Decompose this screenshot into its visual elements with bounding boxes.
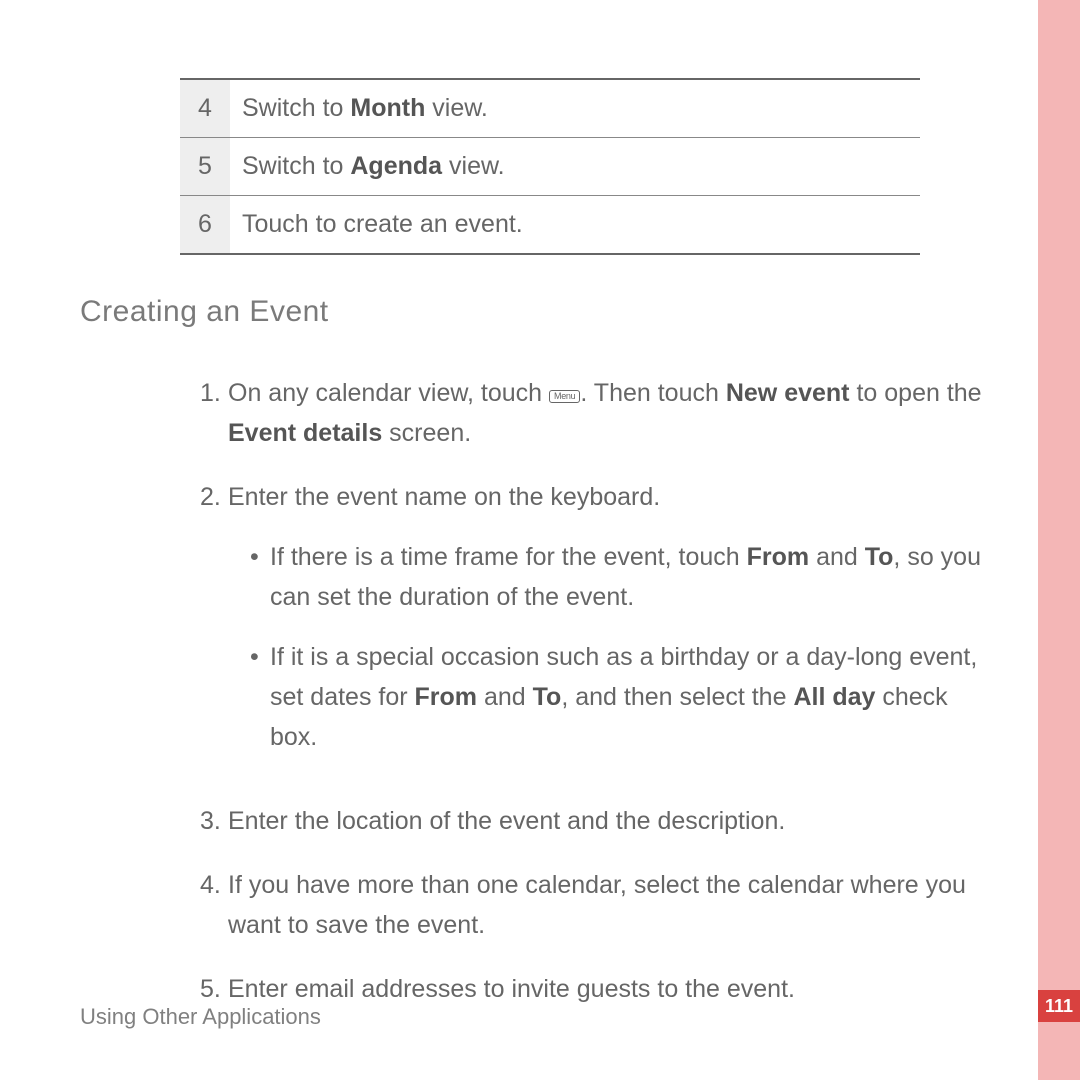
- step-number: 5.: [200, 969, 228, 1009]
- content-area: 4 Switch to Month view. 5 Switch to Agen…: [80, 78, 1000, 1033]
- side-strip: [1038, 0, 1080, 1080]
- row-number: 6: [180, 196, 230, 253]
- step-body: On any calendar view, touch Menu. Then t…: [228, 373, 990, 453]
- bullet-item: • If there is a time frame for the event…: [250, 537, 990, 617]
- footer-text: Using Other Applications: [80, 1004, 321, 1030]
- list-item: 3. Enter the location of the event and t…: [200, 801, 990, 841]
- table-row: 4 Switch to Month view.: [180, 80, 920, 138]
- section-heading: Creating an Event: [80, 295, 1000, 329]
- bullet-item: • If it is a special occasion such as a …: [250, 637, 990, 757]
- bullet-body: If it is a special occasion such as a bi…: [270, 637, 990, 757]
- list-item: 1. On any calendar view, touch Menu. The…: [200, 373, 990, 453]
- list-item: 2. Enter the event name on the keyboard.…: [200, 477, 990, 777]
- step-body: If you have more than one calendar, sele…: [228, 865, 990, 945]
- step-number: 3.: [200, 801, 228, 841]
- bullet-body: If there is a time frame for the event, …: [270, 537, 990, 617]
- row-text: Switch to Agenda view.: [230, 138, 920, 195]
- menu-icon: Menu: [549, 390, 580, 403]
- sub-bullets: • If there is a time frame for the event…: [250, 537, 990, 757]
- row-number: 5: [180, 138, 230, 195]
- steps-list: 1. On any calendar view, touch Menu. The…: [200, 373, 990, 1009]
- table-row: 6 Touch to create an event.: [180, 196, 920, 253]
- page: 111 4 Switch to Month view. 5 Switch to …: [0, 0, 1080, 1080]
- step-body: Enter the event name on the keyboard. • …: [228, 477, 990, 777]
- row-number: 4: [180, 80, 230, 137]
- list-item: 4. If you have more than one calendar, s…: [200, 865, 990, 945]
- page-number: 111: [1038, 990, 1080, 1022]
- step-number: 2.: [200, 477, 228, 777]
- step-number: 1.: [200, 373, 228, 453]
- step-number: 4.: [200, 865, 228, 945]
- row-text: Switch to Month view.: [230, 80, 920, 137]
- list-item: 5. Enter email addresses to invite guest…: [200, 969, 990, 1009]
- bullet-dot: •: [250, 537, 270, 617]
- step-body: Enter the location of the event and the …: [228, 801, 990, 841]
- bullet-dot: •: [250, 637, 270, 757]
- row-text: Touch to create an event.: [230, 196, 920, 253]
- table-row: 5 Switch to Agenda view.: [180, 138, 920, 196]
- reference-table: 4 Switch to Month view. 5 Switch to Agen…: [180, 78, 920, 255]
- step-body: Enter email addresses to invite guests t…: [228, 969, 990, 1009]
